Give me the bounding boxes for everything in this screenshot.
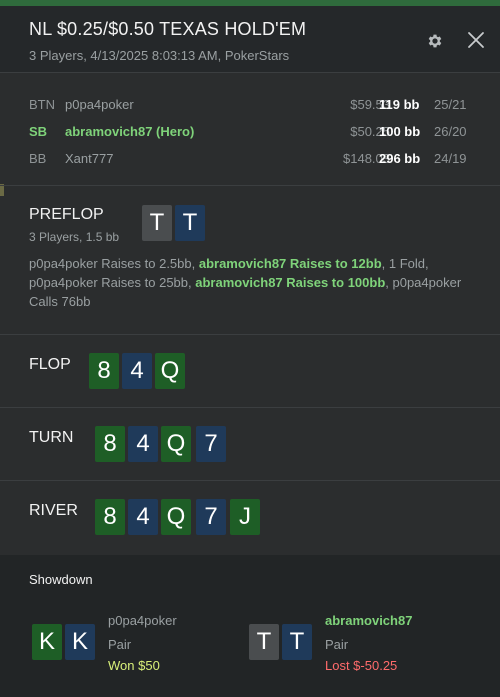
showdown-card: T bbox=[282, 624, 312, 660]
showdown-card: T bbox=[249, 624, 279, 660]
player-position: BTN bbox=[29, 97, 55, 112]
showdown-card: K bbox=[32, 624, 62, 660]
preflop-subtitle: 3 Players, 1.5 bb bbox=[29, 230, 120, 244]
player-row-bb[interactable]: BB Xant777 $148.03 296 bb 24/19 bbox=[0, 146, 500, 172]
gear-icon[interactable] bbox=[426, 32, 444, 50]
player-bb: 119 bb bbox=[379, 97, 420, 112]
showdown-result: Lost $-50.25 bbox=[325, 658, 398, 673]
showdown-hand: Pair bbox=[325, 637, 349, 652]
showdown-title: Showdown bbox=[29, 572, 93, 587]
divider bbox=[0, 407, 500, 408]
board-card: 8 bbox=[89, 353, 119, 389]
board-card: Q bbox=[161, 426, 191, 462]
flop-title: FLOP bbox=[29, 356, 71, 373]
hole-card: T bbox=[175, 205, 205, 241]
board-card: 8 bbox=[95, 499, 125, 535]
player-position: BB bbox=[29, 151, 47, 166]
board-card: 4 bbox=[128, 499, 158, 535]
board-card: 7 bbox=[196, 426, 226, 462]
player-name: Xant777 bbox=[65, 151, 114, 166]
player-stat: 25/21 bbox=[434, 97, 467, 112]
river-title: RIVER bbox=[29, 502, 78, 519]
hero-action: abramovich87 Raises to 100bb bbox=[195, 275, 386, 290]
preflop-actions: p0pa4poker Raises to 2.5bb, abramovich87… bbox=[29, 254, 479, 311]
hero-action: abramovich87 Raises to 12bb bbox=[198, 256, 382, 271]
hole-card: T bbox=[142, 205, 172, 241]
hand-header: NL $0.25/$0.50 TEXAS HOLD'EM 3 Players, … bbox=[0, 6, 500, 72]
player-stat: 26/20 bbox=[434, 124, 467, 139]
board-card: Q bbox=[161, 499, 191, 535]
showdown-result: Won $50 bbox=[108, 658, 160, 673]
turn-title: TURN bbox=[29, 429, 74, 446]
board-card: 7 bbox=[196, 499, 226, 535]
close-icon[interactable] bbox=[466, 30, 486, 50]
showdown-card: K bbox=[65, 624, 95, 660]
player-bb: 100 bb bbox=[379, 124, 421, 139]
player-stat: 24/19 bbox=[434, 151, 467, 166]
showdown-player-name: p0pa4poker bbox=[108, 613, 177, 628]
divider bbox=[0, 185, 500, 186]
board-card: 8 bbox=[95, 426, 125, 462]
board-card: 4 bbox=[128, 426, 158, 462]
showdown-hero-name: abramovich87 bbox=[325, 613, 413, 628]
divider bbox=[0, 72, 500, 73]
board-card: Q bbox=[155, 353, 185, 389]
preflop-title: PREFLOP bbox=[29, 206, 104, 223]
player-name: abramovich87 (Hero) bbox=[65, 124, 195, 139]
board-card: J bbox=[230, 499, 260, 535]
players-table: BTN p0pa4poker $59.53 119 bb 25/21 SB ab… bbox=[0, 84, 500, 184]
player-bb: 296 bb bbox=[379, 151, 421, 166]
player-row-btn[interactable]: BTN p0pa4poker $59.53 119 bb 25/21 bbox=[0, 92, 500, 118]
player-position: SB bbox=[29, 124, 48, 139]
showdown-hand: Pair bbox=[108, 637, 132, 652]
divider bbox=[0, 480, 500, 481]
action-text: p0pa4poker Raises to 2.5bb, bbox=[29, 256, 199, 271]
player-row-sb[interactable]: SB abramovich87 (Hero) $50.25 100 bb 26/… bbox=[0, 119, 500, 145]
board-card: 4 bbox=[122, 353, 152, 389]
hand-subtitle: 3 Players, 4/13/2025 8:03:13 AM, PokerSt… bbox=[29, 48, 290, 63]
divider bbox=[0, 334, 500, 335]
hand-title: NL $0.25/$0.50 TEXAS HOLD'EM bbox=[29, 19, 307, 39]
player-name: p0pa4poker bbox=[65, 97, 134, 112]
